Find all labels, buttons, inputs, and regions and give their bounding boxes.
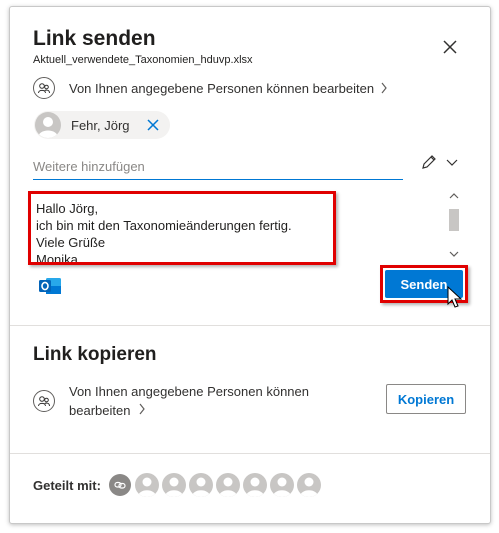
people-icon: [33, 77, 55, 99]
shared-user-avatar[interactable]: [188, 473, 213, 497]
shared-with-label: Geteilt mit:: [33, 477, 101, 493]
copy-permission-label: Von Ihnen angegebene Personen können bea…: [69, 384, 309, 418]
link-icon[interactable]: [108, 474, 131, 496]
chevron-down-icon: [446, 159, 458, 166]
shared-user-avatar[interactable]: [215, 473, 240, 497]
section-divider: [10, 325, 490, 326]
shared-user-avatar[interactable]: [161, 473, 186, 497]
shared-user-avatar[interactable]: [242, 473, 267, 497]
section-divider: [10, 453, 490, 454]
shared-user-avatar[interactable]: [296, 473, 321, 497]
copy-link-permission-setting[interactable]: Von Ihnen angegebene Personen können bea…: [33, 382, 339, 420]
send-link-dialog: Link senden Aktuell_verwendete_Taxonomie…: [9, 6, 491, 524]
copy-permission-text[interactable]: Von Ihnen angegebene Personen können bea…: [69, 382, 339, 420]
file-name: Aktuell_verwendete_Taxonomien_hduvp.xlsx: [33, 54, 253, 66]
outlook-icon[interactable]: [38, 275, 62, 297]
add-recipient-input[interactable]: [33, 153, 403, 180]
chevron-right-icon: [139, 403, 145, 415]
message-text: Hallo Jörg, ich bin mit den Taxonomieänd…: [36, 201, 292, 265]
people-icon: [33, 390, 55, 412]
shared-with-row: Geteilt mit:: [33, 473, 324, 497]
shared-user-avatar[interactable]: [269, 473, 294, 497]
recipient-permission-dropdown[interactable]: [420, 153, 458, 171]
pencil-icon: [422, 155, 436, 169]
mouse-cursor-icon: [447, 286, 463, 308]
recipient-chip[interactable]: Fehr, Jörg: [34, 111, 170, 139]
chevron-right-icon: [381, 82, 387, 94]
permission-text: Von Ihnen angegebene Personen können bea…: [69, 80, 375, 96]
scroll-up-icon[interactable]: [449, 191, 459, 201]
dialog-title: Link senden: [33, 27, 156, 50]
person-avatar-icon: [35, 112, 61, 138]
shared-user-avatar[interactable]: [134, 473, 159, 497]
copy-button[interactable]: Kopieren: [386, 384, 466, 414]
message-scrollbar[interactable]: [447, 191, 461, 261]
message-textarea[interactable]: Hallo Jörg, ich bin mit den Taxonomieänd…: [28, 191, 336, 265]
copy-link-title: Link kopieren: [33, 344, 157, 365]
shared-avatar-list: [134, 473, 324, 497]
close-icon[interactable]: [440, 37, 460, 57]
link-permission-setting[interactable]: Von Ihnen angegebene Personen können bea…: [33, 77, 388, 99]
remove-icon[interactable]: [146, 118, 160, 132]
scroll-down-icon[interactable]: [449, 249, 459, 259]
scroll-thumb[interactable]: [449, 209, 459, 231]
recipient-name: Fehr, Jörg: [71, 117, 130, 133]
